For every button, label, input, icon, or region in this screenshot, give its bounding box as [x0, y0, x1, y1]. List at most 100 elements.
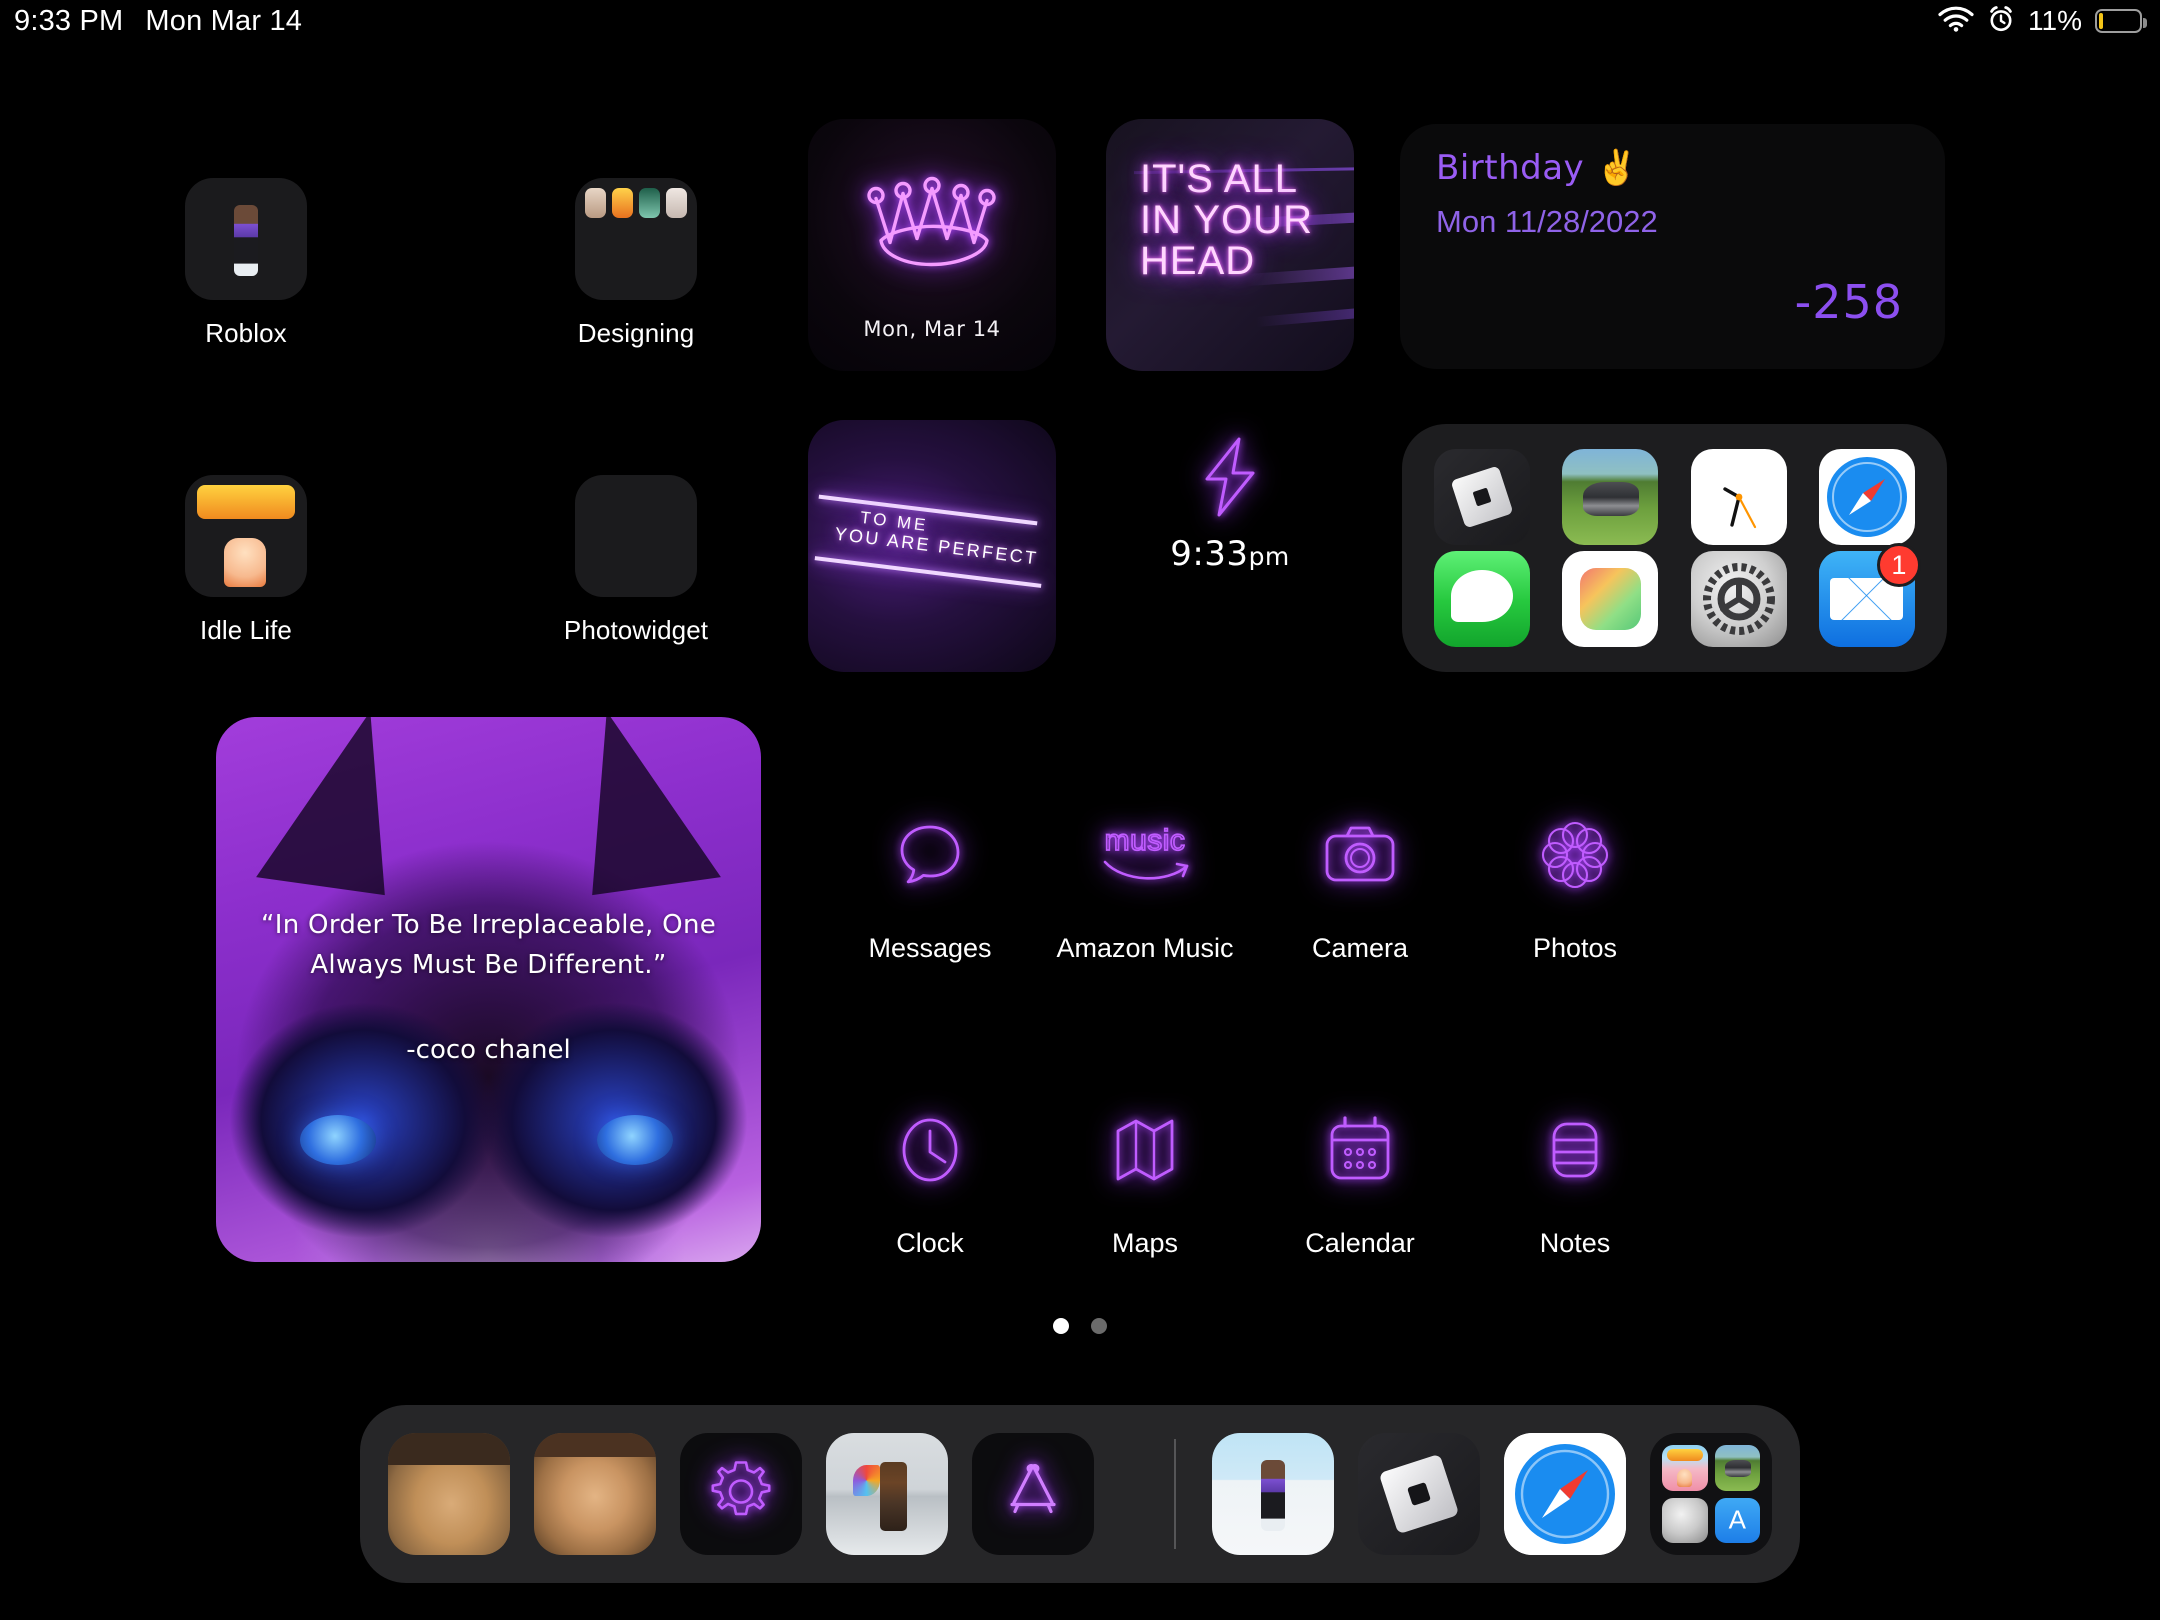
- amazon-music-icon: music: [1025, 795, 1265, 915]
- status-time: 9:33 PM: [14, 4, 124, 37]
- quote-author: -coco chanel: [406, 1035, 571, 1065]
- widget-lightning-clock[interactable]: 9:33pm: [1090, 435, 1370, 574]
- status-date: Mon Mar 14: [145, 4, 303, 37]
- lightning-clock-time: 9:33pm: [1090, 534, 1370, 574]
- cat-ear-left: [256, 717, 410, 896]
- app-idle-life[interactable]: Idle Life: [146, 475, 346, 646]
- dock-item-settings[interactable]: [680, 1433, 802, 1555]
- crown-widget-caption: Mon, Mar 14: [863, 317, 1001, 341]
- app-label: Amazon Music: [1056, 933, 1234, 963]
- status-bar-left: 9:33 PM Mon Mar 14: [14, 5, 302, 38]
- app-label: Calendar: [1305, 1228, 1415, 1258]
- folder-app-settings[interactable]: [1690, 551, 1787, 647]
- folder-app-wolfquest[interactable]: [1562, 449, 1659, 545]
- dock-item-app-store[interactable]: [972, 1433, 1094, 1555]
- quote-text: “In Order To Be Irreplaceable, One Alway…: [216, 905, 761, 986]
- mail-badge: 1: [1876, 543, 1921, 587]
- dock-item-dog-photo-2[interactable]: [534, 1433, 656, 1555]
- folder-mini-settings: [1662, 1497, 1708, 1543]
- birthday-days-count: -258: [1794, 275, 1903, 329]
- cat-eye-right: [597, 1115, 673, 1165]
- notes-icon: [1455, 1090, 1695, 1210]
- birthday-widget-title: Birthday ✌️: [1436, 148, 1638, 188]
- quote-line-2: Always Must Be Different.”: [310, 950, 667, 981]
- dock: A: [360, 1405, 1800, 1583]
- clock-time-value: 9:33: [1170, 534, 1249, 574]
- folder-app-safari[interactable]: [1818, 449, 1915, 545]
- dock-item-pirate-photo[interactable]: [826, 1433, 948, 1555]
- neon-sign-text: IT'S ALL IN YOUR HEAD: [1140, 159, 1313, 281]
- ipad-home-screen: 9:33 PM Mon Mar 14 11% Roblox Designing …: [0, 0, 2160, 1620]
- flower-icon: [1455, 795, 1695, 915]
- lightning-bolt-icon: [1199, 437, 1261, 523]
- neon-sign-line-3: HEAD: [1140, 238, 1256, 283]
- app-label: Notes: [1539, 1228, 1611, 1258]
- app-maps[interactable]: Maps: [1025, 1090, 1265, 1259]
- app-label: Designing: [577, 318, 695, 348]
- dock-item-dog-photo-1[interactable]: [388, 1433, 510, 1555]
- idle-life-game-icon: [185, 475, 307, 597]
- svg-text:music: music: [1105, 824, 1186, 857]
- camera-icon: [1240, 795, 1480, 915]
- dock-recent-safari[interactable]: [1504, 1433, 1626, 1555]
- app-calendar[interactable]: Calendar: [1240, 1090, 1480, 1259]
- folder-app-photo-widget[interactable]: [1562, 551, 1659, 647]
- battery-icon: [2095, 9, 2147, 33]
- folder-mini-wolfquest: [1714, 1445, 1760, 1491]
- app-camera[interactable]: Camera: [1240, 795, 1480, 964]
- folder-icon: [575, 178, 697, 300]
- clock-ampm: pm: [1248, 542, 1290, 571]
- clock-icon: [810, 1090, 1050, 1210]
- birthday-title-text: Birthday: [1436, 148, 1585, 188]
- folder-app-clock[interactable]: [1690, 449, 1787, 545]
- neon-crown-icon: [857, 168, 1007, 291]
- app-label: Messages: [868, 933, 992, 963]
- page-dot-2[interactable]: [1091, 1318, 1107, 1334]
- app-label: Maps: [1111, 1228, 1179, 1258]
- neon-sign-line-1: IT'S ALL: [1140, 157, 1298, 201]
- dock-recents-folder[interactable]: A: [1650, 1433, 1772, 1555]
- widget-app-folder[interactable]: 1: [1402, 424, 1947, 672]
- widget-birthday-countdown[interactable]: Birthday ✌️ Mon 11/28/2022 -258: [1400, 124, 1945, 369]
- widget-neon-sign-head[interactable]: IT'S ALL IN YOUR HEAD: [1106, 119, 1354, 371]
- folder-app-roblox[interactable]: [1434, 449, 1531, 545]
- status-bar: 9:33 PM Mon Mar 14 11%: [0, 0, 2160, 42]
- dock-recent-roblox-avatar[interactable]: [1212, 1433, 1334, 1555]
- app-messages[interactable]: Messages: [810, 795, 1050, 964]
- battery-percent: 11%: [2028, 5, 2082, 36]
- app-roblox[interactable]: Roblox: [146, 178, 346, 349]
- folder-app-messages[interactable]: [1434, 551, 1531, 647]
- app-label: Clock: [896, 1228, 964, 1258]
- quote-line-1: “In Order To Be Irreplaceable, One: [260, 910, 717, 940]
- page-dots[interactable]: [0, 1318, 2160, 1334]
- widget-neon-sign-perfect[interactable]: TO ME YOU ARE PERFECT: [808, 420, 1056, 672]
- wifi-icon: [1938, 6, 1974, 37]
- chat-bubble-icon: [810, 795, 1050, 915]
- page-dot-1[interactable]: [1053, 1318, 1069, 1334]
- app-photowidget[interactable]: Photowidget: [536, 475, 736, 646]
- neon-sign-line-2: IN YOUR: [1140, 197, 1313, 242]
- app-clock[interactable]: Clock: [810, 1090, 1050, 1259]
- folder-mini-idle-life: [1662, 1445, 1708, 1491]
- peace-hand-emoji: ✌️: [1595, 148, 1639, 188]
- app-notes[interactable]: Notes: [1455, 1090, 1695, 1259]
- app-amazon-music[interactable]: music Amazon Music: [1025, 795, 1265, 964]
- app-label: Photos: [1532, 933, 1618, 963]
- calendar-icon: [1240, 1090, 1480, 1210]
- status-bar-right: 11%: [1938, 5, 2147, 38]
- app-designing-folder[interactable]: Designing: [536, 178, 736, 349]
- app-label: Roblox: [205, 318, 287, 348]
- map-icon: [1025, 1090, 1265, 1210]
- dock-separator: [1174, 1439, 1176, 1549]
- app-photos[interactable]: Photos: [1455, 795, 1695, 964]
- birthday-date: Mon 11/28/2022: [1436, 204, 1658, 239]
- app-label: Photowidget: [563, 615, 709, 645]
- folder-app-mail[interactable]: 1: [1818, 543, 1921, 647]
- alarm-icon: [1987, 5, 2015, 38]
- neon-appstore-icon: [998, 1457, 1068, 1532]
- dock-recent-roblox[interactable]: [1358, 1433, 1480, 1555]
- widget-crown[interactable]: Mon, Mar 14: [808, 119, 1056, 371]
- folder-mini-appstore: A: [1714, 1497, 1760, 1543]
- purple-bokeh-photo-icon: [575, 475, 697, 597]
- widget-quote-photo[interactable]: “In Order To Be Irreplaceable, One Alway…: [216, 717, 761, 1262]
